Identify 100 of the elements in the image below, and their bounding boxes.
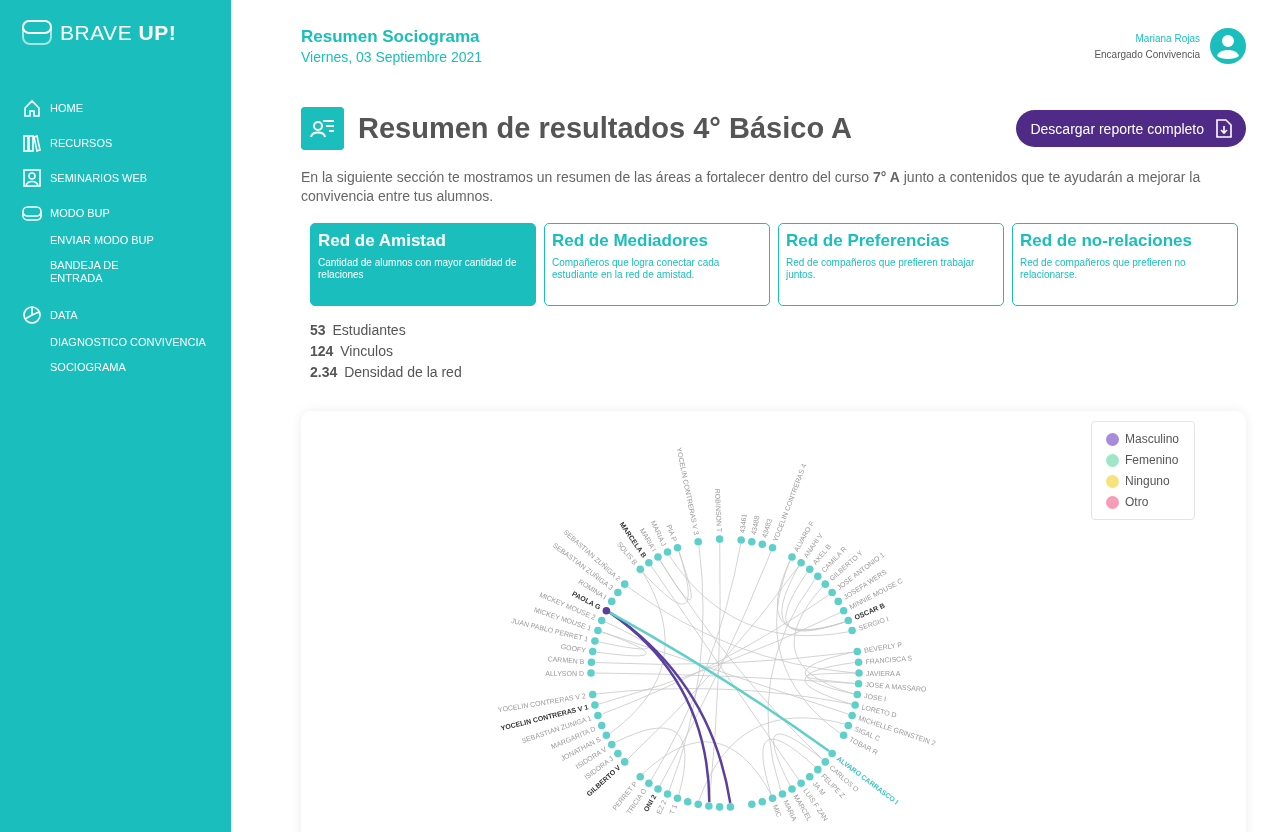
node-dot[interactable]	[715, 535, 724, 543]
brand-name: BRAVE UP!	[60, 21, 177, 45]
node-dot[interactable]	[602, 731, 611, 740]
node-dot[interactable]	[854, 658, 863, 666]
logo-icon	[22, 20, 52, 46]
node-dot[interactable]	[588, 690, 597, 699]
tab-subtitle: Cantidad de alumnos con mayor cantidad de relaciones	[318, 257, 518, 281]
network-tab[interactable]: Red de Amistad Cantidad de alumnos con mayor cantidad de relaciones	[310, 223, 536, 306]
node-dot[interactable]	[591, 701, 599, 709]
portrait-icon	[22, 167, 42, 188]
stat-line: 2.34 Densidad de la red	[310, 364, 462, 380]
sidebar-subitem[interactable]: ENVIAR MODO BUP	[50, 228, 160, 253]
node-dot[interactable]	[715, 803, 724, 811]
node-dot[interactable]	[748, 537, 756, 546]
node-dot[interactable]	[758, 540, 767, 549]
node-dot[interactable]	[654, 785, 662, 793]
node-dot[interactable]	[778, 790, 787, 798]
node-dot[interactable]	[821, 758, 830, 766]
node-dot[interactable]	[597, 721, 606, 730]
sidebar-subitem[interactable]: DIAGNOSTICO CONVIVENCIA	[50, 330, 231, 355]
node-dot[interactable]	[855, 669, 863, 677]
user-name: Mariana Rojas	[1134, 32, 1200, 44]
node-dot[interactable]	[834, 597, 843, 606]
node-dot[interactable]	[814, 765, 822, 774]
avatar-icon[interactable]	[1210, 28, 1246, 64]
header-title: Resumen Sociograma	[301, 27, 481, 47]
node-dot[interactable]	[848, 626, 856, 635]
node-dot[interactable]	[788, 553, 796, 561]
node-dot[interactable]	[614, 749, 622, 758]
sidebar-item[interactable]: MODO BUP	[22, 195, 231, 230]
node-dot[interactable]	[839, 731, 848, 740]
node-dot[interactable]	[851, 701, 859, 709]
node-dot[interactable]	[844, 616, 853, 625]
node-dot[interactable]	[828, 749, 836, 758]
node-dot[interactable]	[636, 773, 645, 781]
node-dot[interactable]	[788, 785, 796, 793]
node-dot[interactable]	[805, 565, 814, 573]
node-dot[interactable]	[620, 580, 629, 588]
node-dot[interactable]	[663, 548, 672, 556]
node-dot[interactable]	[636, 565, 645, 573]
network-tab[interactable]: Red de Mediadores Compañeros que logra conectar cada estudiante en la red de amistad.	[544, 223, 770, 306]
user-role: Encargado Convivencia	[1094, 48, 1200, 60]
tab-subtitle: Red de compañeros que prefieren no relacionarse.	[1020, 257, 1187, 281]
sidebar-subitem[interactable]: BANDEJA DE ENTRADA	[50, 253, 160, 291]
node-dot[interactable]	[737, 536, 745, 544]
node-dot[interactable]	[748, 800, 756, 809]
node-dot[interactable]	[683, 797, 692, 806]
node-dot[interactable]	[591, 637, 599, 645]
node-dot[interactable]	[797, 779, 805, 788]
sidebar-item[interactable]: DATA	[22, 297, 231, 332]
node-dot[interactable]	[587, 658, 596, 666]
node-dot[interactable]	[607, 740, 616, 749]
node-dot[interactable]	[654, 553, 662, 561]
node-dot[interactable]	[694, 537, 702, 546]
node-dot[interactable]	[705, 802, 713, 810]
node-dot[interactable]	[848, 711, 856, 720]
sidebar-item[interactable]: HOME	[22, 90, 231, 125]
node-dot[interactable]	[614, 588, 622, 597]
node-dot[interactable]	[694, 800, 702, 809]
node-dot[interactable]	[805, 773, 814, 781]
node-dot[interactable]	[839, 606, 848, 615]
header-date: Viernes, 03 Septiembre 2021	[301, 49, 483, 65]
node-dot[interactable]	[726, 803, 735, 811]
node-dot[interactable]	[844, 721, 853, 730]
node-dot[interactable]	[673, 543, 682, 552]
description: En la siguiente sección te mostramos un resumen de las áreas a fortalecer dentro del curso 7° A junto a contenidos que te ayudarán a mejorar la convivencia entre tus alumnos.	[301, 168, 1202, 206]
node-dot[interactable]	[594, 711, 602, 720]
tab-title: Red de Mediadores	[552, 231, 709, 251]
node-dot[interactable]	[602, 606, 611, 615]
node-dot[interactable]	[853, 690, 862, 699]
node-dot[interactable]	[588, 647, 597, 656]
node-dot[interactable]	[853, 647, 862, 656]
tab-subtitle: Compañeros que logra conectar cada estudiante en la red de amistad.	[552, 257, 721, 281]
node-dot[interactable]	[768, 794, 777, 803]
node-dot[interactable]	[620, 758, 629, 766]
sidebar-subitem[interactable]: SOCIOGRAMA	[50, 355, 160, 380]
node-dot[interactable]	[597, 616, 606, 625]
node-dot[interactable]	[821, 580, 830, 588]
node-dot[interactable]	[663, 790, 672, 798]
node-dot[interactable]	[645, 779, 653, 788]
stat-line: 53 Estudiantes	[310, 322, 406, 338]
node-dot[interactable]	[594, 626, 602, 635]
node-dot[interactable]	[607, 597, 616, 606]
stat-line: 124 Vinculos	[310, 343, 393, 359]
node-dot[interactable]	[854, 680, 863, 688]
tab-subtitle: Red de compañeros que prefieren trabajar juntos.	[786, 257, 976, 281]
node-dot[interactable]	[797, 558, 805, 567]
legend-label: Femenino	[1125, 453, 1179, 467]
network-tab[interactable]: Red de no-relaciones Red de compañeros que prefieren no relacionarse.	[1012, 223, 1238, 306]
node-dot[interactable]	[758, 797, 767, 806]
sidebar-item[interactable]: RECURSOS	[22, 125, 231, 160]
sidebar-item[interactable]: SEMINARIOS WEB	[22, 160, 231, 195]
node-dot[interactable]	[768, 543, 777, 552]
node-dot[interactable]	[645, 558, 653, 567]
node-dot[interactable]	[828, 588, 836, 597]
node-dot[interactable]	[673, 794, 682, 803]
download-button[interactable]: Descargar reporte completo	[1016, 110, 1246, 147]
node-dot[interactable]	[814, 572, 822, 581]
network-tab[interactable]: Red de Preferencias Red de compañeros que prefieren trabajar juntos.	[778, 223, 1004, 306]
node-dot[interactable]	[587, 669, 595, 677]
